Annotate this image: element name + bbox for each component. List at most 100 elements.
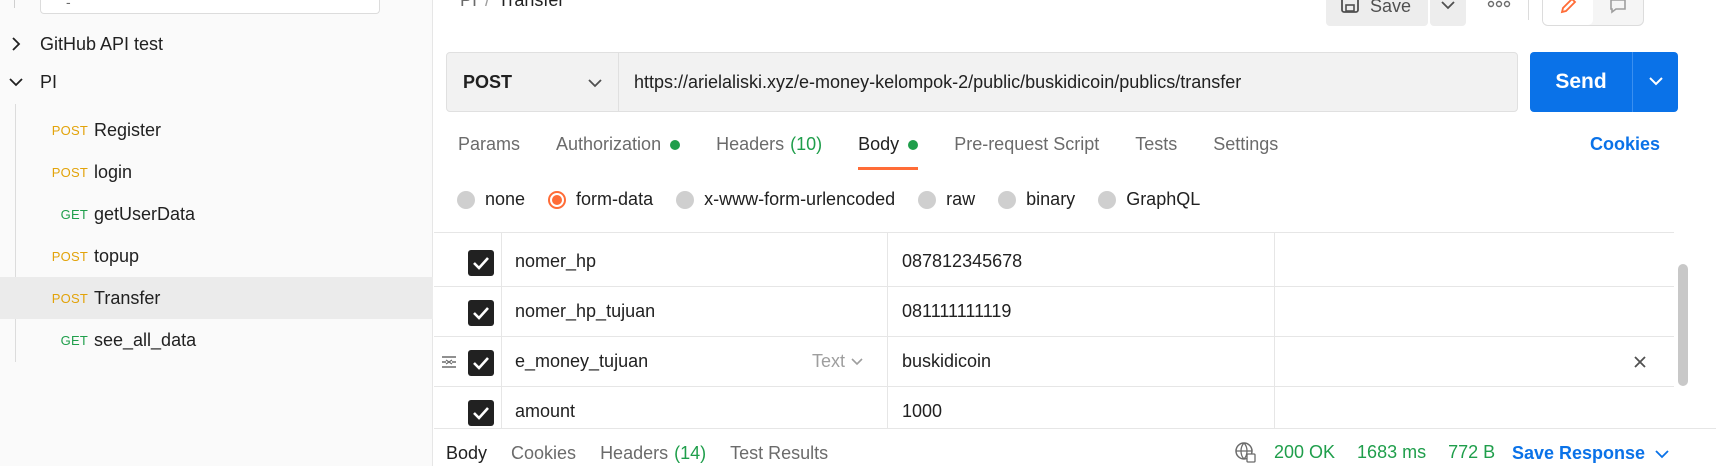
tab-label: Body [858, 134, 900, 154]
sidebar-search-input[interactable]: - [40, 0, 380, 14]
request-item-login[interactable]: POST login [0, 151, 433, 193]
row-type-select[interactable]: Text [812, 351, 863, 372]
tab-label: Headers [716, 134, 785, 154]
request-item-transfer[interactable]: POST Transfer [0, 277, 433, 319]
method-badge: GET [60, 332, 88, 348]
row-checkbox[interactable] [468, 250, 494, 276]
table-row: amount 1000 [434, 387, 1674, 428]
tab-settings[interactable]: Settings [1213, 134, 1278, 170]
status-code[interactable]: 200 OK [1274, 442, 1335, 463]
row-checkbox[interactable] [468, 350, 494, 376]
tree-guide [14, 0, 15, 8]
breadcrumb-separator: / [485, 0, 491, 10]
method-select[interactable]: POST [447, 53, 619, 111]
response-tab-cookies[interactable]: Cookies [511, 443, 576, 464]
body-mode-graphql[interactable]: GraphQL [1098, 189, 1200, 210]
row-key[interactable]: nomer_hp [515, 251, 596, 272]
body-mode-form-data[interactable]: form-data [548, 189, 653, 210]
collection-github-api-test[interactable]: GitHub API test [0, 24, 433, 64]
request-item-getuserdata[interactable]: GET getUserData [0, 193, 433, 235]
body-mode-raw[interactable]: raw [918, 189, 975, 210]
request-item-topup[interactable]: POST topup [0, 235, 433, 277]
status-dot [670, 140, 681, 150]
table-scrollbar[interactable] [1678, 264, 1688, 386]
row-key[interactable]: amount [515, 401, 575, 422]
row-key[interactable]: e_money_tujuan [515, 351, 648, 372]
tab-params[interactable]: Params [458, 134, 520, 170]
radio-label: raw [946, 189, 976, 209]
close-icon[interactable] [1632, 354, 1648, 370]
radio-button[interactable] [918, 190, 937, 209]
response-meta: 200 OK 1683 ms 772 B [1234, 441, 1517, 463]
response-tab-headers[interactable]: Headers (14) [600, 443, 706, 464]
more-horizontal-icon[interactable] [1484, 0, 1514, 14]
row-value[interactable]: 087812345678 [902, 251, 1022, 272]
row-value[interactable]: buskidicoin [902, 351, 991, 372]
request-editor: PI / Transfer Save POST https://arielalisk… [434, 0, 1716, 466]
body-mode-binary[interactable]: binary [998, 189, 1075, 210]
view-mode-toggle[interactable] [1542, 0, 1644, 26]
request-tabs: Params Authorization Headers (10) Body Pr… [458, 134, 1314, 170]
radio-label: form-data [576, 189, 654, 209]
radio-button[interactable] [998, 190, 1017, 209]
radio-label: binary [1026, 189, 1076, 209]
save-button[interactable]: Save [1326, 0, 1428, 26]
send-button[interactable]: Send [1530, 52, 1678, 112]
chevron-down-icon [1655, 443, 1669, 464]
request-name: topup [94, 245, 140, 266]
drag-handle-icon[interactable] [440, 352, 458, 372]
tab-pre-request-script[interactable]: Pre-request Script [954, 134, 1099, 170]
url-input[interactable]: https://arielaliski.xyz/e-money-kelompok… [619, 53, 1517, 111]
row-checkbox[interactable] [468, 400, 494, 426]
radio-label: none [485, 189, 526, 209]
pencil-icon[interactable] [1543, 0, 1593, 25]
chevron-down-icon [851, 357, 863, 366]
cookies-link[interactable]: Cookies [1590, 134, 1660, 155]
table-row: nomer_hp 087812345678 [434, 237, 1674, 287]
body-mode-urlencoded[interactable]: x-www-form-urlencoded [676, 189, 895, 210]
row-value[interactable]: 1000 [902, 401, 942, 422]
response-tab-body[interactable]: Body [446, 443, 487, 464]
request-item-see-all-data[interactable]: GET see_all_data [0, 319, 433, 361]
radio-button[interactable] [1098, 190, 1117, 209]
collection-pi[interactable]: PI [0, 62, 433, 102]
method-badge: GET [60, 206, 88, 222]
globe-icon[interactable] [1234, 441, 1256, 463]
breadcrumb: PI / Transfer [460, 0, 564, 11]
save-response-button[interactable]: Save Response [1512, 443, 1669, 464]
tab-label: Pre-request Script [954, 134, 1100, 154]
chevron-down-icon [1648, 73, 1663, 91]
collection-label: PI [40, 71, 58, 92]
save-options-button[interactable] [1430, 0, 1466, 26]
status-dot [908, 140, 919, 150]
comment-icon[interactable] [1593, 0, 1643, 25]
tab-headers[interactable]: Headers (10) [716, 134, 822, 170]
send-options-button[interactable] [1632, 52, 1678, 112]
tab-tests[interactable]: Tests [1135, 134, 1177, 170]
breadcrumb-parent[interactable]: PI [460, 0, 477, 10]
chevron-right-icon[interactable] [8, 36, 24, 52]
radio-button[interactable] [548, 190, 567, 209]
row-type-value: Text [812, 351, 846, 371]
row-key[interactable]: nomer_hp_tujuan [515, 301, 655, 322]
method-badge: POST [51, 164, 88, 180]
table-row: e_money_tujuan Text buskidicoin [434, 337, 1674, 387]
method-badge: POST [51, 248, 88, 264]
row-checkbox[interactable] [468, 300, 494, 326]
request-item-register[interactable]: POST Register [0, 109, 433, 151]
radio-button[interactable] [676, 190, 695, 209]
radio-button[interactable] [457, 190, 475, 209]
request-name: login [94, 161, 133, 182]
breadcrumb-current[interactable]: Transfer [498, 0, 564, 10]
response-time[interactable]: 1683 ms [1357, 442, 1426, 463]
collection-label: GitHub API test [40, 33, 164, 54]
tab-body[interactable]: Body [858, 134, 919, 170]
tab-label: Authorization [556, 134, 662, 154]
response-tabs: Body Cookies Headers (14) Test Results [446, 443, 852, 464]
row-value[interactable]: 081111111119 [902, 301, 1011, 322]
tab-authorization[interactable]: Authorization [556, 134, 681, 170]
response-size[interactable]: 772 B [1448, 442, 1495, 463]
response-tab-test-results[interactable]: Test Results [730, 443, 828, 464]
body-mode-none[interactable]: none [457, 189, 525, 210]
chevron-down-icon[interactable] [8, 74, 24, 90]
